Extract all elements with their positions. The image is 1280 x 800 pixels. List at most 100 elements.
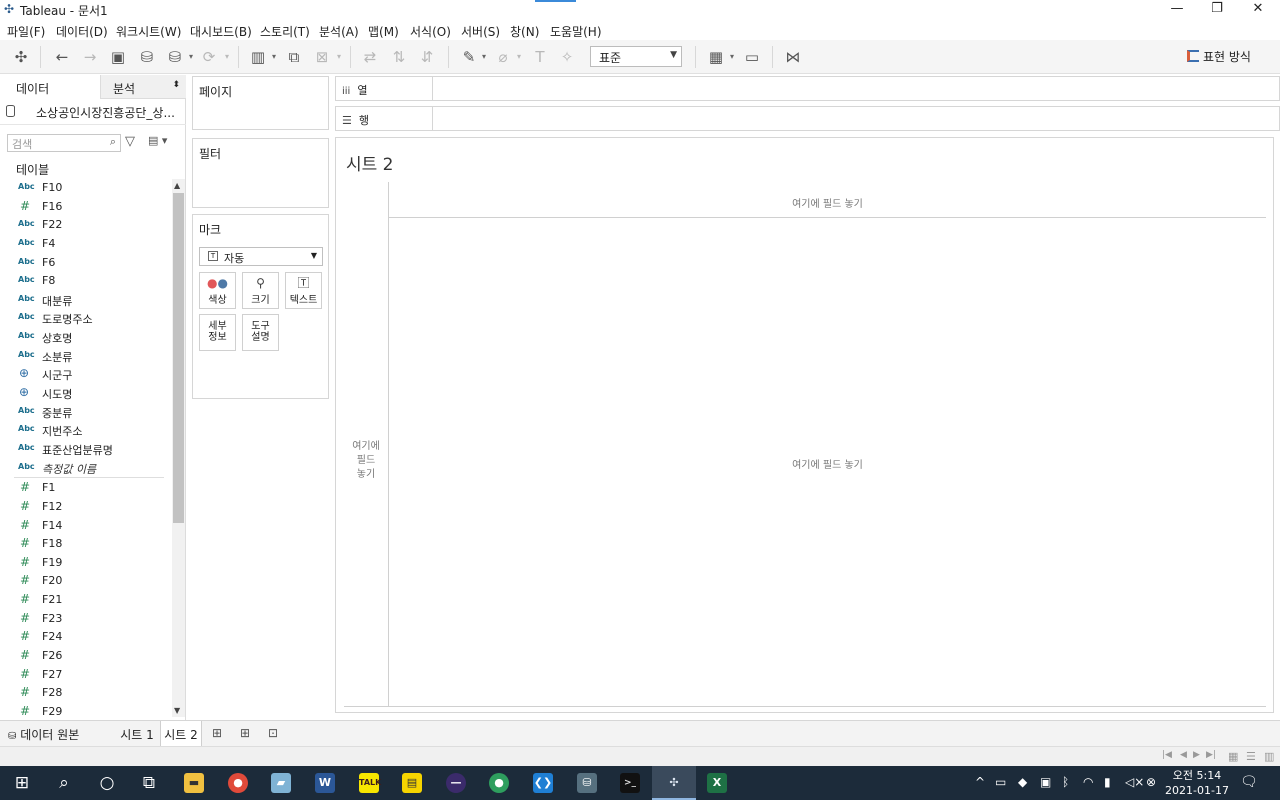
filter-icon[interactable]: ▽ [125,134,135,149]
duplicate-sheet-icon[interactable]: ⧉ [284,47,304,67]
field-item[interactable]: # F19 [0,554,170,573]
chevron-down-icon[interactable]: ▾ [337,52,341,61]
tableau-home-icon[interactable]: ✣ [11,47,31,67]
eclipse-icon[interactable]: — [434,766,478,800]
datasource-item[interactable]: 소상공인시장진흥공단_상... [0,99,186,125]
system-clock[interactable]: 오전 5:14 2021-01-17 [1164,768,1230,798]
tab-data[interactable]: 데이터 [0,75,100,99]
filmstrip-view-icon[interactable]: ▥ [1264,750,1274,763]
pages-shelf[interactable]: 페이지 [192,76,329,130]
field-item[interactable]: # F18 [0,535,170,554]
chevron-down-icon[interactable]: ▾ [730,52,734,61]
word-icon[interactable]: W [303,766,347,800]
monitor-app-icon[interactable]: ▣ [1040,775,1051,789]
share-icon[interactable]: ⋈ [783,47,803,67]
field-item[interactable]: # F20 [0,572,170,591]
columns-shelf[interactable]: iii 열 [335,76,1280,101]
new-worksheet-icon[interactable]: ▥ [248,47,268,67]
field-item[interactable]: Abc 상호명 [0,328,170,347]
maps-pin-icon[interactable]: ● [477,766,521,800]
task-view-icon[interactable]: ⧉ [127,766,171,800]
next-page-icon[interactable]: ▶ [1193,750,1200,760]
tab-sheet-2[interactable]: 시트 2 [160,721,202,746]
menu-analysis[interactable]: 분석(A) [319,23,359,40]
bluetooth-icon[interactable]: ᛒ [1062,775,1069,789]
scroll-up-icon[interactable]: ▲ [174,181,180,190]
kakaotalk-icon[interactable]: TALK [347,766,391,800]
notification-center-icon[interactable]: 🗨 [1240,774,1258,790]
wifi-icon[interactable]: ◠ [1083,775,1093,789]
field-item[interactable]: # F29 [0,703,170,715]
presentation-mode-icon[interactable]: ▭ [742,47,762,67]
menu-data[interactable]: 데이터(D) [56,23,108,40]
field-item[interactable]: Abc 소분류 [0,347,170,366]
field-item[interactable]: # F21 [0,591,170,610]
tableau-taskbar-icon[interactable]: ✣ [652,766,696,800]
center-drop-zone[interactable]: 여기에 필드 놓기 [389,218,1266,706]
field-item[interactable]: Abc F6 [0,254,170,273]
new-datasource-icon[interactable]: ⛁ [137,47,157,67]
field-item[interactable]: ⊕ 시도명 [0,384,170,403]
tab-sheet-1[interactable]: 시트 1 [117,721,157,746]
chrome-icon[interactable]: ● [216,766,260,800]
list-view-icon[interactable]: ☰ [1246,750,1256,763]
chevron-down-icon[interactable]: ▾ [517,52,521,61]
kakaotalk-tray-icon[interactable]: ▮ [1104,775,1111,789]
grid-view-icon[interactable]: ▦ [1228,750,1238,763]
menu-story[interactable]: 스토리(T) [260,23,310,40]
battery-icon[interactable]: ▭ [995,775,1006,789]
clear-sheet-icon[interactable]: ⊠ [312,47,332,67]
field-item[interactable]: # F26 [0,647,170,666]
field-item[interactable]: Abc 표준산업분류명 [0,440,170,459]
sheet-title[interactable]: 시트 2 [346,150,394,175]
field-item[interactable]: # F12 [0,498,170,517]
new-worksheet-icon[interactable]: ⊞ [206,726,228,740]
show-me-button[interactable]: 표현 방식 [1187,48,1251,65]
field-item[interactable]: Abc F22 [0,216,170,235]
field-item[interactable]: Abc F8 [0,272,170,291]
last-page-icon[interactable]: ▶| [1206,750,1216,760]
field-item[interactable]: # F28 [0,684,170,703]
mark-type-dropdown[interactable]: T 자동 ▼ [199,247,323,266]
menu-window[interactable]: 창(N) [510,23,539,40]
field-item[interactable]: Abc F10 [0,179,170,198]
save-icon[interactable]: ▣ [108,47,128,67]
field-item[interactable]: Abc F4 [0,235,170,254]
field-item[interactable]: ⊕ 시군구 [0,365,170,384]
terminal-icon[interactable]: >_ [608,766,652,800]
chevron-down-icon[interactable]: ▾ [482,52,486,61]
fit-dropdown[interactable]: 표준 ▼ [590,46,682,67]
refresh-icon[interactable]: ⟳ [199,47,219,67]
field-item[interactable]: # F14 [0,517,170,536]
chevron-down-icon[interactable]: ▾ [225,52,229,61]
menu-format[interactable]: 서식(O) [410,23,451,40]
field-item[interactable]: Abc 중분류 [0,403,170,422]
show-cards-icon[interactable]: ▦ [706,47,726,67]
list-view-icon[interactable]: ▤ ▾ [148,134,167,147]
undo-icon[interactable]: ← [52,47,72,67]
notepad-icon[interactable]: ▰ [259,766,303,800]
tab-analysis[interactable]: 분석 ⬍ [100,75,186,99]
field-item[interactable]: # F16 [0,198,170,217]
menu-help[interactable]: 도움말(H) [550,23,602,40]
color-button[interactable]: ●● 색상 [199,272,236,309]
show-mark-labels-icon[interactable]: T [530,47,550,67]
group-members-icon[interactable]: ⌀ [493,47,513,67]
restore-button[interactable]: ❐ [1197,0,1237,20]
text-button[interactable]: 🅃 텍스트 [285,272,322,309]
cortana-icon[interactable]: ○ [85,766,129,800]
columns-drop-zone[interactable]: 여기에 필드 놓기 [389,182,1266,218]
field-item[interactable]: # F1 [0,479,170,498]
redo-icon[interactable]: → [80,47,100,67]
scrollbar-thumb[interactable] [173,193,184,523]
field-item[interactable]: Abc 측정값 이름 [0,459,170,478]
chevron-down-icon[interactable]: ▾ [189,52,193,61]
file-explorer-icon[interactable]: ▬ [172,766,216,800]
scroll-down-icon[interactable]: ▼ [174,706,180,715]
menu-map[interactable]: 맵(M) [368,23,399,40]
chevron-down-icon[interactable]: ▾ [272,52,276,61]
field-item[interactable]: Abc 대분류 [0,291,170,310]
new-dashboard-icon[interactable]: ⊞ [234,726,256,740]
search-input[interactable]: 검색 ⌕ [7,134,121,152]
tab-datasource[interactable]: ⛁ 데이터 원본 [8,721,108,746]
